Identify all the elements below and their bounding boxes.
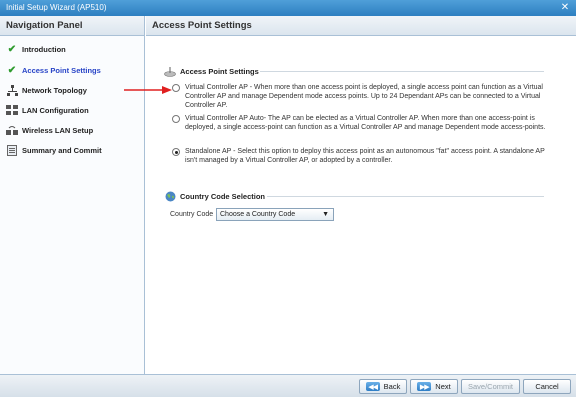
- option-text: Virtual Controller AP Auto- The AP can b…: [185, 115, 546, 131]
- cancel-button[interactable]: Cancel: [523, 379, 571, 394]
- chevron-down-icon: ▼: [322, 211, 329, 218]
- access-point-icon: [164, 65, 176, 77]
- nav-item-wireless-lan-setup[interactable]: Wireless LAN Setup: [6, 123, 93, 137]
- nav-item-introduction[interactable]: ✔ Introduction: [6, 42, 66, 56]
- nav-item-network-topology[interactable]: Network Topology: [6, 83, 87, 97]
- next-button[interactable]: ▶▶ Next: [410, 379, 458, 394]
- main-panel: Access Point Settings Access Point Setti…: [146, 16, 576, 374]
- next-label: Next: [435, 382, 451, 391]
- ap-section-label: Access Point Settings: [180, 66, 259, 76]
- section-divider: [260, 71, 544, 72]
- navigation-panel: Navigation Panel ✔ Introduction ✔ Access…: [0, 16, 145, 374]
- window-title: Initial Setup Wizard (AP510): [6, 3, 107, 12]
- page-title: Access Point Settings: [146, 16, 576, 36]
- check-icon: ✔: [7, 43, 17, 55]
- nav-item-summary-and-commit[interactable]: Summary and Commit: [6, 143, 102, 157]
- nav-item-label: LAN Configuration: [22, 105, 89, 115]
- radio-virtual-controller-ap[interactable]: [172, 84, 180, 92]
- close-icon[interactable]: ✕: [558, 1, 572, 15]
- globe-icon: [164, 190, 176, 202]
- option-text: Standalone AP - Select this option to de…: [185, 148, 545, 164]
- country-code-label: Country Code: [170, 211, 214, 218]
- option-text: Virtual Controller AP - When more than o…: [185, 84, 543, 109]
- option-virtual-controller-ap-auto[interactable]: Virtual Controller AP Auto- The AP can b…: [172, 114, 546, 132]
- wizard-footer: ◀◀ Back ▶▶ Next Save/Commit Cancel: [0, 374, 576, 397]
- country-code-value: Choose a Country Code: [220, 211, 296, 218]
- red-arrow-icon: [124, 86, 172, 94]
- back-label: Back: [383, 382, 401, 391]
- option-standalone-ap[interactable]: Standalone AP - Select this option to de…: [172, 147, 546, 165]
- save-label: Save/Commit: [467, 382, 513, 391]
- country-section-title: Country Code Selection: [164, 190, 265, 202]
- topology-icon: [6, 84, 18, 96]
- next-arrow-icon: ▶▶: [417, 382, 432, 391]
- section-divider: [267, 196, 544, 197]
- nav-item-label: Access Point Settings: [22, 65, 101, 75]
- nav-item-access-point-settings[interactable]: ✔ Access Point Settings: [6, 63, 101, 77]
- summary-icon: [6, 144, 18, 156]
- nav-item-label: Network Topology: [22, 85, 87, 95]
- nav-header: Navigation Panel: [0, 16, 144, 36]
- wireless-icon: [6, 124, 18, 136]
- window-titlebar: Initial Setup Wizard (AP510) ✕: [0, 0, 576, 16]
- ap-settings-section-title: Access Point Settings: [164, 65, 259, 77]
- nav-item-label: Introduction: [22, 44, 66, 54]
- save-commit-button[interactable]: Save/Commit: [461, 379, 520, 394]
- nav-item-label: Wireless LAN Setup: [22, 125, 94, 135]
- check-icon: ✔: [7, 64, 17, 76]
- nav-item-lan-configuration[interactable]: LAN Configuration: [6, 103, 89, 117]
- back-button[interactable]: ◀◀ Back: [359, 379, 407, 394]
- cancel-label: Cancel: [535, 382, 559, 391]
- radio-virtual-controller-ap-auto[interactable]: [172, 115, 180, 123]
- country-code-select[interactable]: Choose a Country Code ▼: [216, 208, 334, 221]
- lan-icon: [6, 104, 18, 116]
- option-virtual-controller-ap[interactable]: Virtual Controller AP - When more than o…: [172, 83, 546, 110]
- nav-item-label: Summary and Commit: [22, 145, 102, 155]
- country-section-label: Country Code Selection: [180, 191, 266, 201]
- back-arrow-icon: ◀◀: [365, 382, 380, 391]
- radio-standalone-ap[interactable]: [172, 148, 180, 156]
